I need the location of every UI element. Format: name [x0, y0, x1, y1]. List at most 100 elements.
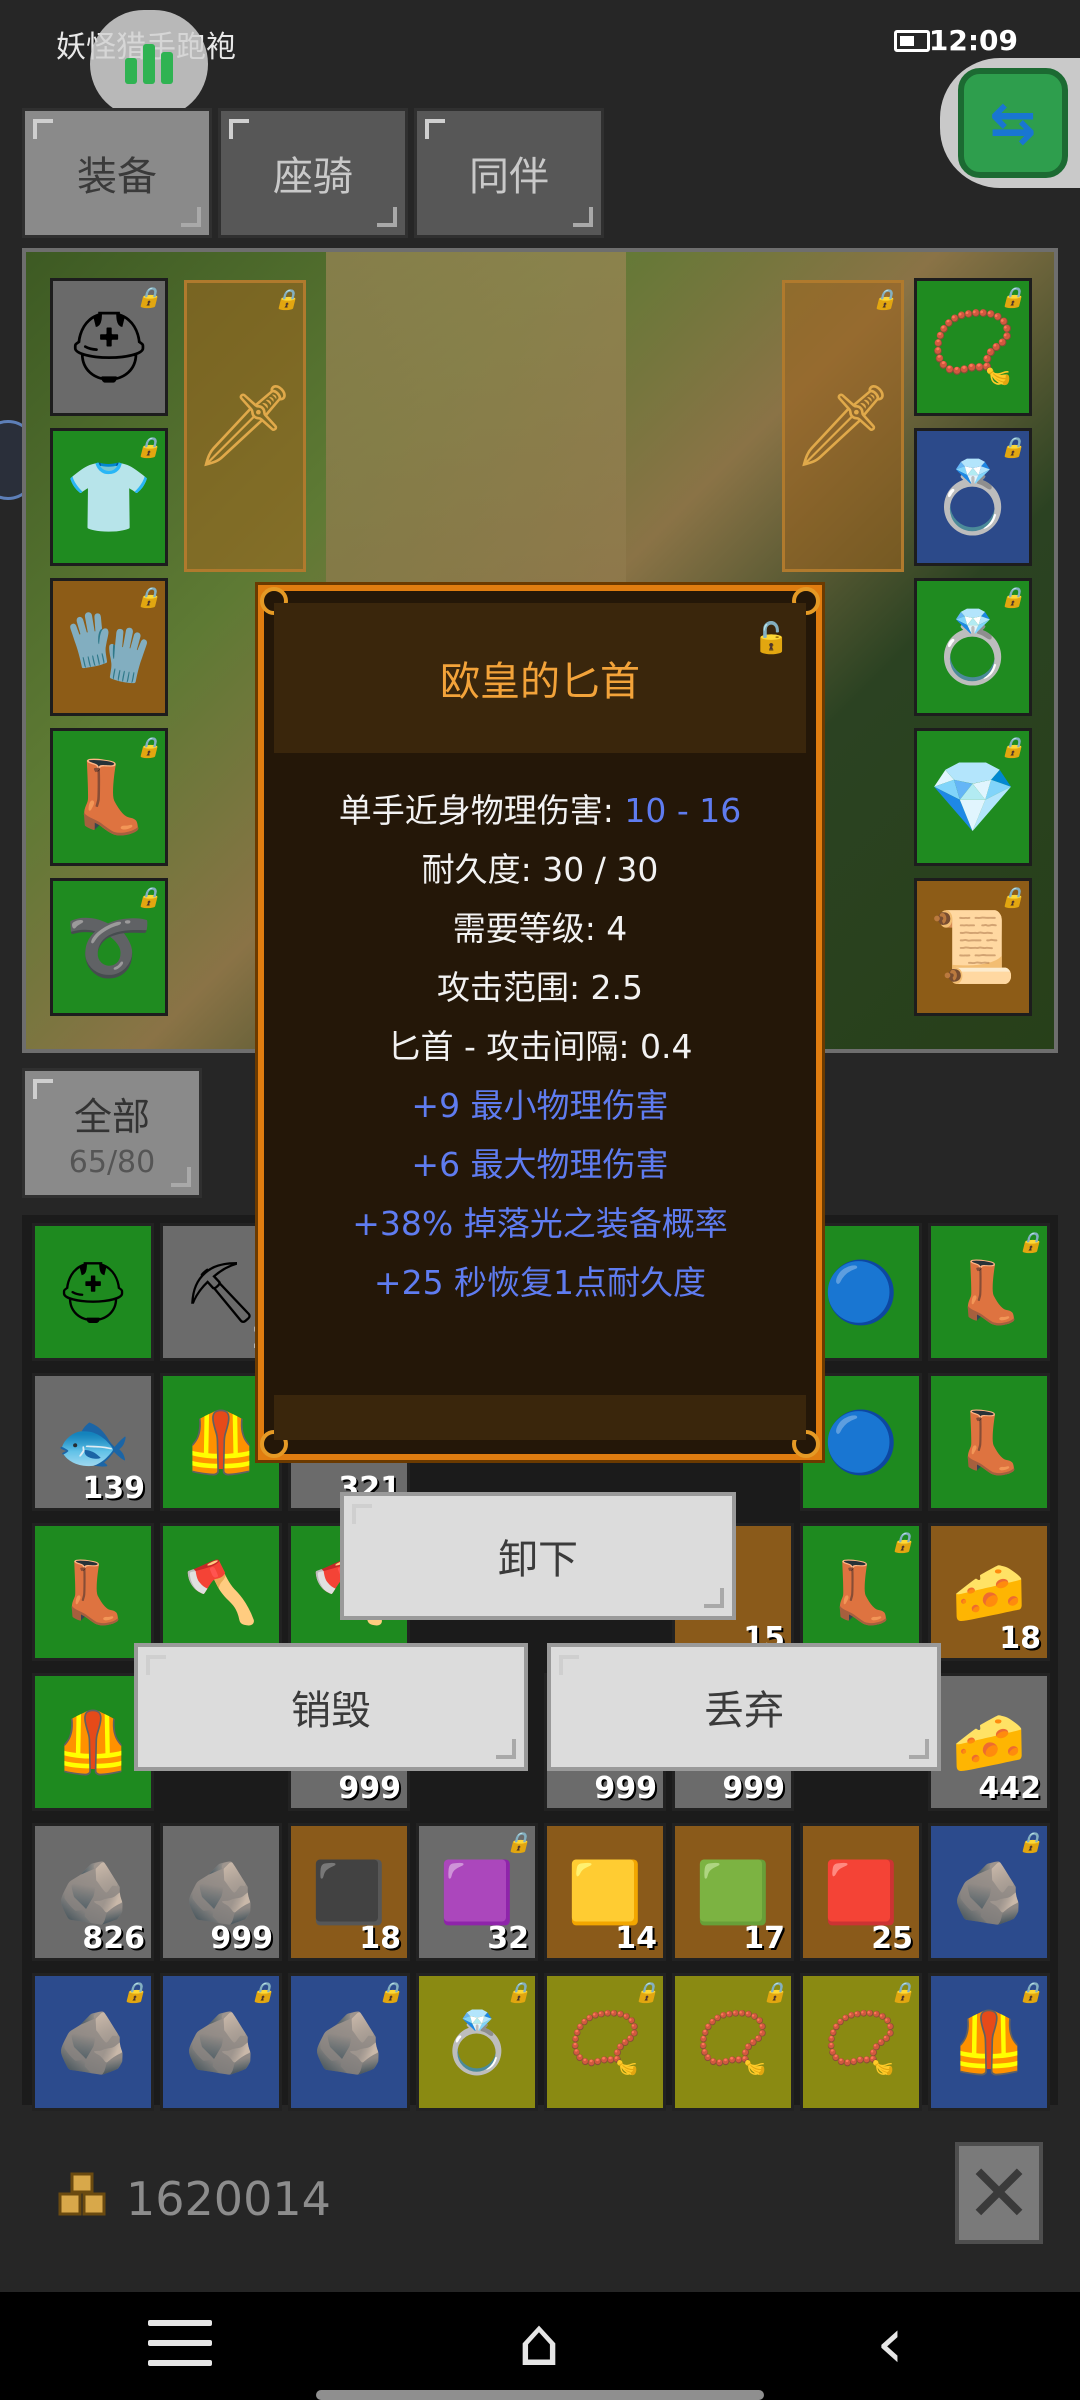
gold-coins-icon — [58, 2172, 106, 2216]
inventory-slot[interactable]: 🪨 🔒 — [288, 1973, 410, 2111]
item-quantity: 17 — [743, 1921, 785, 1956]
inventory-slot[interactable]: 🟥 25 — [800, 1823, 922, 1961]
inventory-slot[interactable]: 🪨 🔒 — [928, 1823, 1050, 1961]
item-quantity: 25 — [871, 1921, 913, 1956]
inventory-slot[interactable]: ⬛ 18 — [288, 1823, 410, 1961]
armor-icon: 🦺 — [951, 2007, 1027, 2078]
lock-icon: 🔒 — [890, 1530, 915, 1554]
close-icon: ✕ — [965, 2146, 1033, 2240]
ring-slot-2[interactable]: 💍 🔒 — [914, 578, 1032, 716]
armor-icon: 🦺 — [183, 1407, 259, 1478]
gloves-slot[interactable]: 🧤 🔒 — [50, 578, 168, 716]
inventory-slot[interactable]: 🧀 18 — [928, 1523, 1050, 1661]
lock-icon: 🔒 — [250, 1980, 275, 2004]
inventory-slot[interactable]: 🪨 🔒 — [160, 1973, 282, 2111]
menu-icon[interactable] — [148, 2320, 212, 2380]
swap-arrows-icon: ⇆ — [958, 68, 1068, 178]
amulet-slot[interactable]: 📿 🔒 — [914, 278, 1032, 416]
item-tooltip: 欧皇的匕首 🔓 单手近身物理伤害: 10 - 16 耐久度: 30 / 30 需… — [258, 585, 822, 1460]
inventory-slot[interactable]: 🟩 17 — [672, 1823, 794, 1961]
inventory-slot[interactable]: 📿 🔒 — [544, 1973, 666, 2111]
button-label: 丢弃 — [704, 1688, 784, 1734]
inventory-slot[interactable]: 👢 — [928, 1373, 1050, 1511]
home-indicator[interactable] — [316, 2390, 764, 2400]
discard-button[interactable]: 丢弃 — [547, 1643, 941, 1771]
ring-icon: 💍 — [439, 2007, 515, 2078]
lock-icon: 🔒 — [872, 287, 897, 311]
armor-icon: 🦺 — [55, 1707, 131, 1778]
cheese-icon: 🧀 — [951, 1557, 1027, 1628]
item-quantity: 999 — [722, 1771, 785, 1806]
filter-all-tab[interactable]: 全部 65/80 — [22, 1068, 202, 1198]
ring-icon: 💍 — [929, 455, 1017, 538]
inventory-slot[interactable]: 📿 🔒 — [800, 1973, 922, 2111]
inventory-slot[interactable]: 🪨 999 — [160, 1823, 282, 1961]
lock-icon: 🔒 — [136, 735, 161, 759]
tab-equipment[interactable]: 装备 — [22, 108, 212, 238]
item-stats: 单手近身物理伤害: 10 - 16 耐久度: 30 / 30 需要等级: 4 攻… — [264, 781, 816, 1312]
lock-icon: 🔒 — [1000, 585, 1025, 609]
belt-icon: ➰ — [65, 905, 153, 988]
inventory-slot[interactable]: 👢 — [32, 1523, 154, 1661]
crystal-icon: 💎 — [929, 755, 1017, 838]
armor-slot[interactable]: 👕 🔒 — [50, 428, 168, 566]
glove-icon: 🧤 — [65, 605, 153, 688]
home-icon[interactable]: ⌂ — [506, 2310, 572, 2376]
item-quantity: 826 — [82, 1921, 145, 1956]
boots-icon: 👢 — [951, 1257, 1027, 1328]
helmet-slot[interactable]: ⛑ 🔒 — [50, 278, 168, 416]
boots-icon: 👢 — [55, 1557, 131, 1628]
inventory-slot[interactable]: 🦺 🔒 — [928, 1973, 1050, 2111]
inventory-slot[interactable]: 🟪 32 🔒 — [416, 1823, 538, 1961]
item-quantity: 139 — [82, 1471, 145, 1506]
inventory-slot[interactable]: 🧀 442 — [928, 1673, 1050, 1811]
dagger-icon: 🗡 — [792, 379, 894, 472]
switch-app-button[interactable]: ⇆ — [940, 58, 1080, 188]
ore-icon: 🪨 — [311, 2007, 387, 2078]
off-hand-slot[interactable]: 🗡 🔒 — [782, 280, 904, 572]
back-icon[interactable]: ‹ — [876, 2308, 926, 2378]
inventory-slot[interactable]: 🪨 826 — [32, 1823, 154, 1961]
tab-mount[interactable]: 座骑 — [218, 108, 408, 238]
inventory-slot[interactable]: 📿 🔒 — [672, 1973, 794, 2111]
scroll-slot[interactable]: 📜 🔒 — [914, 878, 1032, 1016]
inventory-slot[interactable]: 👢 🔒 — [928, 1223, 1050, 1361]
lock-icon: 🔒 — [634, 1980, 659, 2004]
battery-icon — [894, 30, 930, 52]
close-button[interactable]: ✕ — [955, 2142, 1043, 2244]
lock-icon: 🔒 — [506, 1980, 531, 2004]
stat-required-level: 需要等级: 4 — [452, 909, 628, 948]
inventory-slot[interactable]: 🪨 🔒 — [32, 1973, 154, 2111]
fish-icon: 🐟 — [55, 1407, 131, 1478]
helmet-icon: ⛑ — [64, 305, 154, 388]
boots-slot[interactable]: 👢 🔒 — [50, 728, 168, 866]
affix-line: +25 秒恢复1点耐久度 — [373, 1263, 707, 1302]
ore-icon: 🪨 — [183, 2007, 259, 2078]
inventory-slot[interactable]: 🪓 — [160, 1523, 282, 1661]
gem-icon: 🟥 — [823, 1857, 899, 1928]
main-hand-slot[interactable]: 🗡 🔒 — [184, 280, 306, 572]
lock-icon[interactable]: 🔓 — [753, 621, 790, 656]
inventory-slot[interactable]: 🟨 14 — [544, 1823, 666, 1961]
lock-icon: 🔒 — [1000, 285, 1025, 309]
inventory-slot[interactable]: 💍 🔒 — [416, 1973, 538, 2111]
lock-icon: 🔒 — [1000, 885, 1025, 909]
destroy-button[interactable]: 销毁 — [134, 1643, 528, 1771]
tab-label: 装备 — [77, 154, 157, 200]
ring-slot-1[interactable]: 💍 🔒 — [914, 428, 1032, 566]
inventory-slot[interactable]: ⛑ — [32, 1223, 154, 1361]
performance-bubble-icon[interactable] — [90, 10, 208, 118]
inventory-slot[interactable]: 🐟 139 — [32, 1373, 154, 1511]
belt-slot[interactable]: ➰ 🔒 — [50, 878, 168, 1016]
lock-icon: 🔒 — [1000, 735, 1025, 759]
gem-slot[interactable]: 💎 🔒 — [914, 728, 1032, 866]
unequip-button[interactable]: 卸下 — [340, 1492, 736, 1620]
boots-icon: 👢 — [823, 1557, 899, 1628]
shovel-icon: ⛏ — [182, 1257, 260, 1328]
inventory-slot[interactable]: 👢 🔒 — [800, 1523, 922, 1661]
affix-line: +38% 掉落光之装备概率 — [352, 1204, 728, 1243]
lock-icon: 🔒 — [1000, 435, 1025, 459]
item-quantity: 999 — [338, 1771, 401, 1806]
tab-companion[interactable]: 同伴 — [414, 108, 604, 238]
item-quantity: 442 — [978, 1771, 1041, 1806]
